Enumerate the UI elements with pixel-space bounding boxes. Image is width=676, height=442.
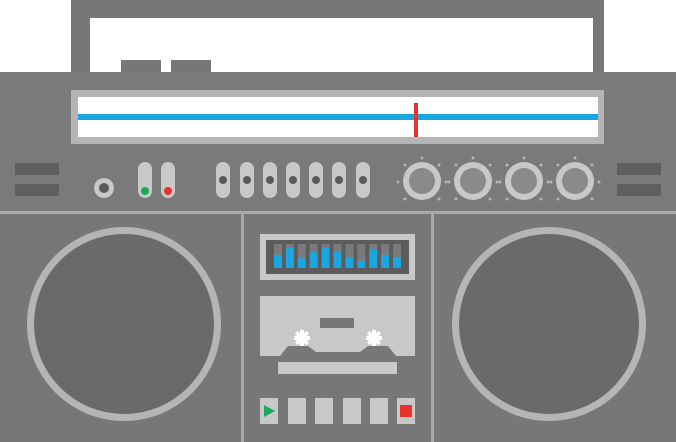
cassette-tape — [260, 318, 415, 378]
stop-icon — [400, 405, 412, 417]
eq-bar — [297, 258, 306, 268]
vent-left-upper — [15, 163, 59, 175]
eq-slider[interactable] — [286, 162, 300, 198]
left-speaker — [27, 227, 221, 421]
treble-knob[interactable] — [505, 162, 543, 200]
tuning-knob[interactable] — [556, 162, 594, 200]
reel-right-icon — [366, 330, 382, 346]
eq-slider[interactable] — [356, 162, 370, 198]
eq-bar — [309, 252, 318, 268]
eq-bar — [274, 254, 282, 268]
play-icon — [264, 405, 275, 417]
eq-level-meter — [274, 244, 401, 268]
reel-left-icon — [294, 330, 310, 346]
fast-forward-button[interactable] — [315, 398, 333, 424]
eq-bar — [369, 248, 378, 268]
eq-bar — [381, 254, 390, 268]
tape-window — [320, 318, 354, 328]
eject-button[interactable] — [370, 398, 388, 424]
eq-bar — [393, 257, 401, 268]
rewind-button[interactable] — [288, 398, 306, 424]
vent-right-upper — [617, 163, 661, 175]
vent-right-lower — [617, 184, 661, 196]
tuner-band — [78, 114, 598, 120]
eq-slider[interactable] — [263, 162, 277, 198]
eq-slider[interactable] — [332, 162, 346, 198]
pause-button[interactable] — [343, 398, 361, 424]
eq-bar — [285, 247, 294, 268]
cassette-divider-right — [431, 214, 434, 442]
volume-knob[interactable] — [403, 162, 441, 200]
tape-label — [278, 362, 397, 374]
headphone-jack[interactable] — [94, 178, 114, 198]
eq-bar — [357, 260, 366, 268]
stop-button[interactable] — [397, 398, 415, 424]
tuner-needle[interactable] — [414, 103, 418, 137]
carry-handle-opening — [90, 18, 593, 74]
eq-slider[interactable] — [216, 162, 230, 198]
eq-slider[interactable] — [240, 162, 254, 198]
red-led-icon — [164, 187, 172, 195]
right-speaker-cone — [459, 234, 639, 414]
right-speaker — [452, 227, 646, 421]
panel-divider — [0, 211, 676, 214]
bass-knob[interactable] — [454, 162, 492, 200]
play-button[interactable] — [260, 398, 278, 424]
eq-bar — [321, 247, 330, 268]
eq-bar — [345, 257, 354, 268]
eq-bar — [333, 251, 342, 268]
green-led-icon — [141, 187, 149, 195]
left-speaker-cone — [34, 234, 214, 414]
eq-slider[interactable] — [309, 162, 323, 198]
cassette-divider-left — [241, 214, 244, 442]
vent-left-lower — [15, 184, 59, 196]
